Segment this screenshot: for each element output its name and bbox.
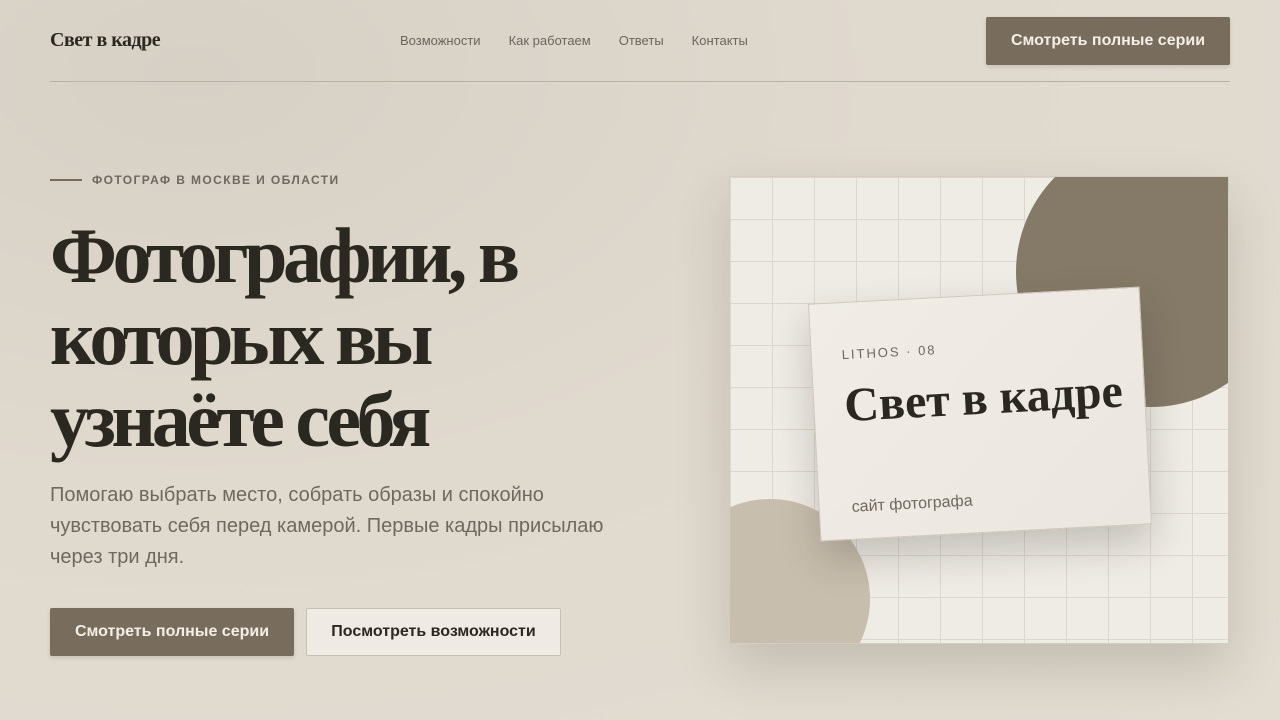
hero-description: Помогаю выбрать место, собрать образы и … bbox=[50, 484, 604, 568]
site-header: Свет в кадре Возможности Как работаем От… bbox=[50, 0, 1230, 82]
hero-eyebrow: ФОТОГРАФ В МОСКВЕ И ОБЛАСТИ bbox=[50, 173, 340, 187]
eyebrow-divider bbox=[50, 179, 82, 181]
site-logo[interactable]: Свет в кадре bbox=[50, 29, 161, 52]
card-subtitle: сайт фотографа bbox=[851, 492, 974, 516]
hero-title: Фотографии, в которых вы узнаёте себя bbox=[50, 212, 520, 463]
view-features-button[interactable]: Посмотреть возможности bbox=[306, 608, 561, 656]
brand-card: LITHOS · 08 Свет в кадре сайт фотографа bbox=[807, 286, 1153, 542]
card-title: Свет в кадре bbox=[842, 364, 1124, 433]
main-nav: Возможности Как работаем Ответы Контакты bbox=[400, 33, 748, 48]
hero-visual: LITHOS · 08 Свет в кадре сайт фотографа bbox=[729, 176, 1229, 644]
nav-item-contacts[interactable]: Контакты bbox=[692, 33, 748, 48]
eyebrow-text: ФОТОГРАФ В МОСКВЕ И ОБЛАСТИ bbox=[92, 173, 340, 187]
view-series-button[interactable]: Смотреть полные серии bbox=[50, 608, 294, 656]
nav-item-how-we-work[interactable]: Как работаем bbox=[509, 33, 591, 48]
card-meta: LITHOS · 08 bbox=[841, 342, 937, 363]
nav-item-features[interactable]: Возможности bbox=[400, 33, 481, 48]
header-cta-button[interactable]: Смотреть полные серии bbox=[986, 17, 1230, 65]
nav-item-answers[interactable]: Ответы bbox=[619, 33, 664, 48]
